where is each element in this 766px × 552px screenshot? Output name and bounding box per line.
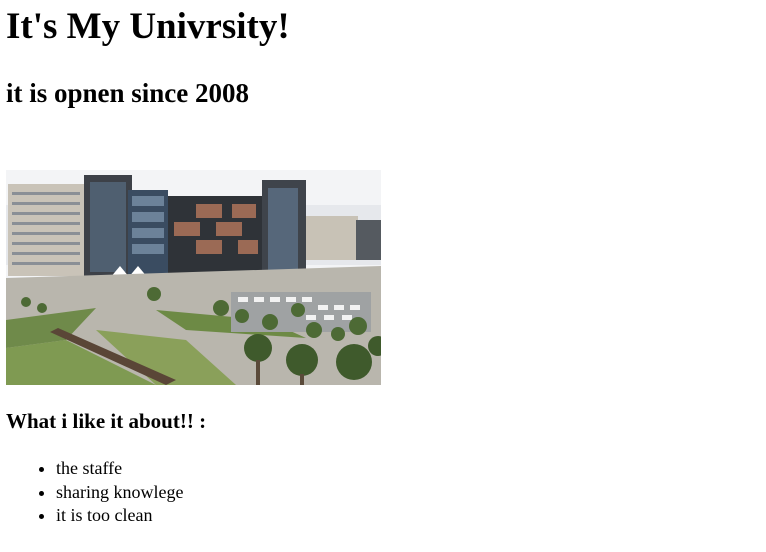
list-item: the staffe: [56, 457, 183, 481]
campus-photo: [6, 170, 381, 385]
likes-list: the staffe sharing knowlege it is too cl…: [0, 457, 183, 528]
list-item: sharing knowlege: [56, 481, 183, 505]
page-subtitle: it is opnen since 2008: [6, 78, 250, 108]
likes-heading: What i like it about!! :: [6, 409, 207, 433]
list-item: it is too clean: [56, 504, 183, 528]
page-title: It's My Univrsity!: [6, 6, 290, 47]
